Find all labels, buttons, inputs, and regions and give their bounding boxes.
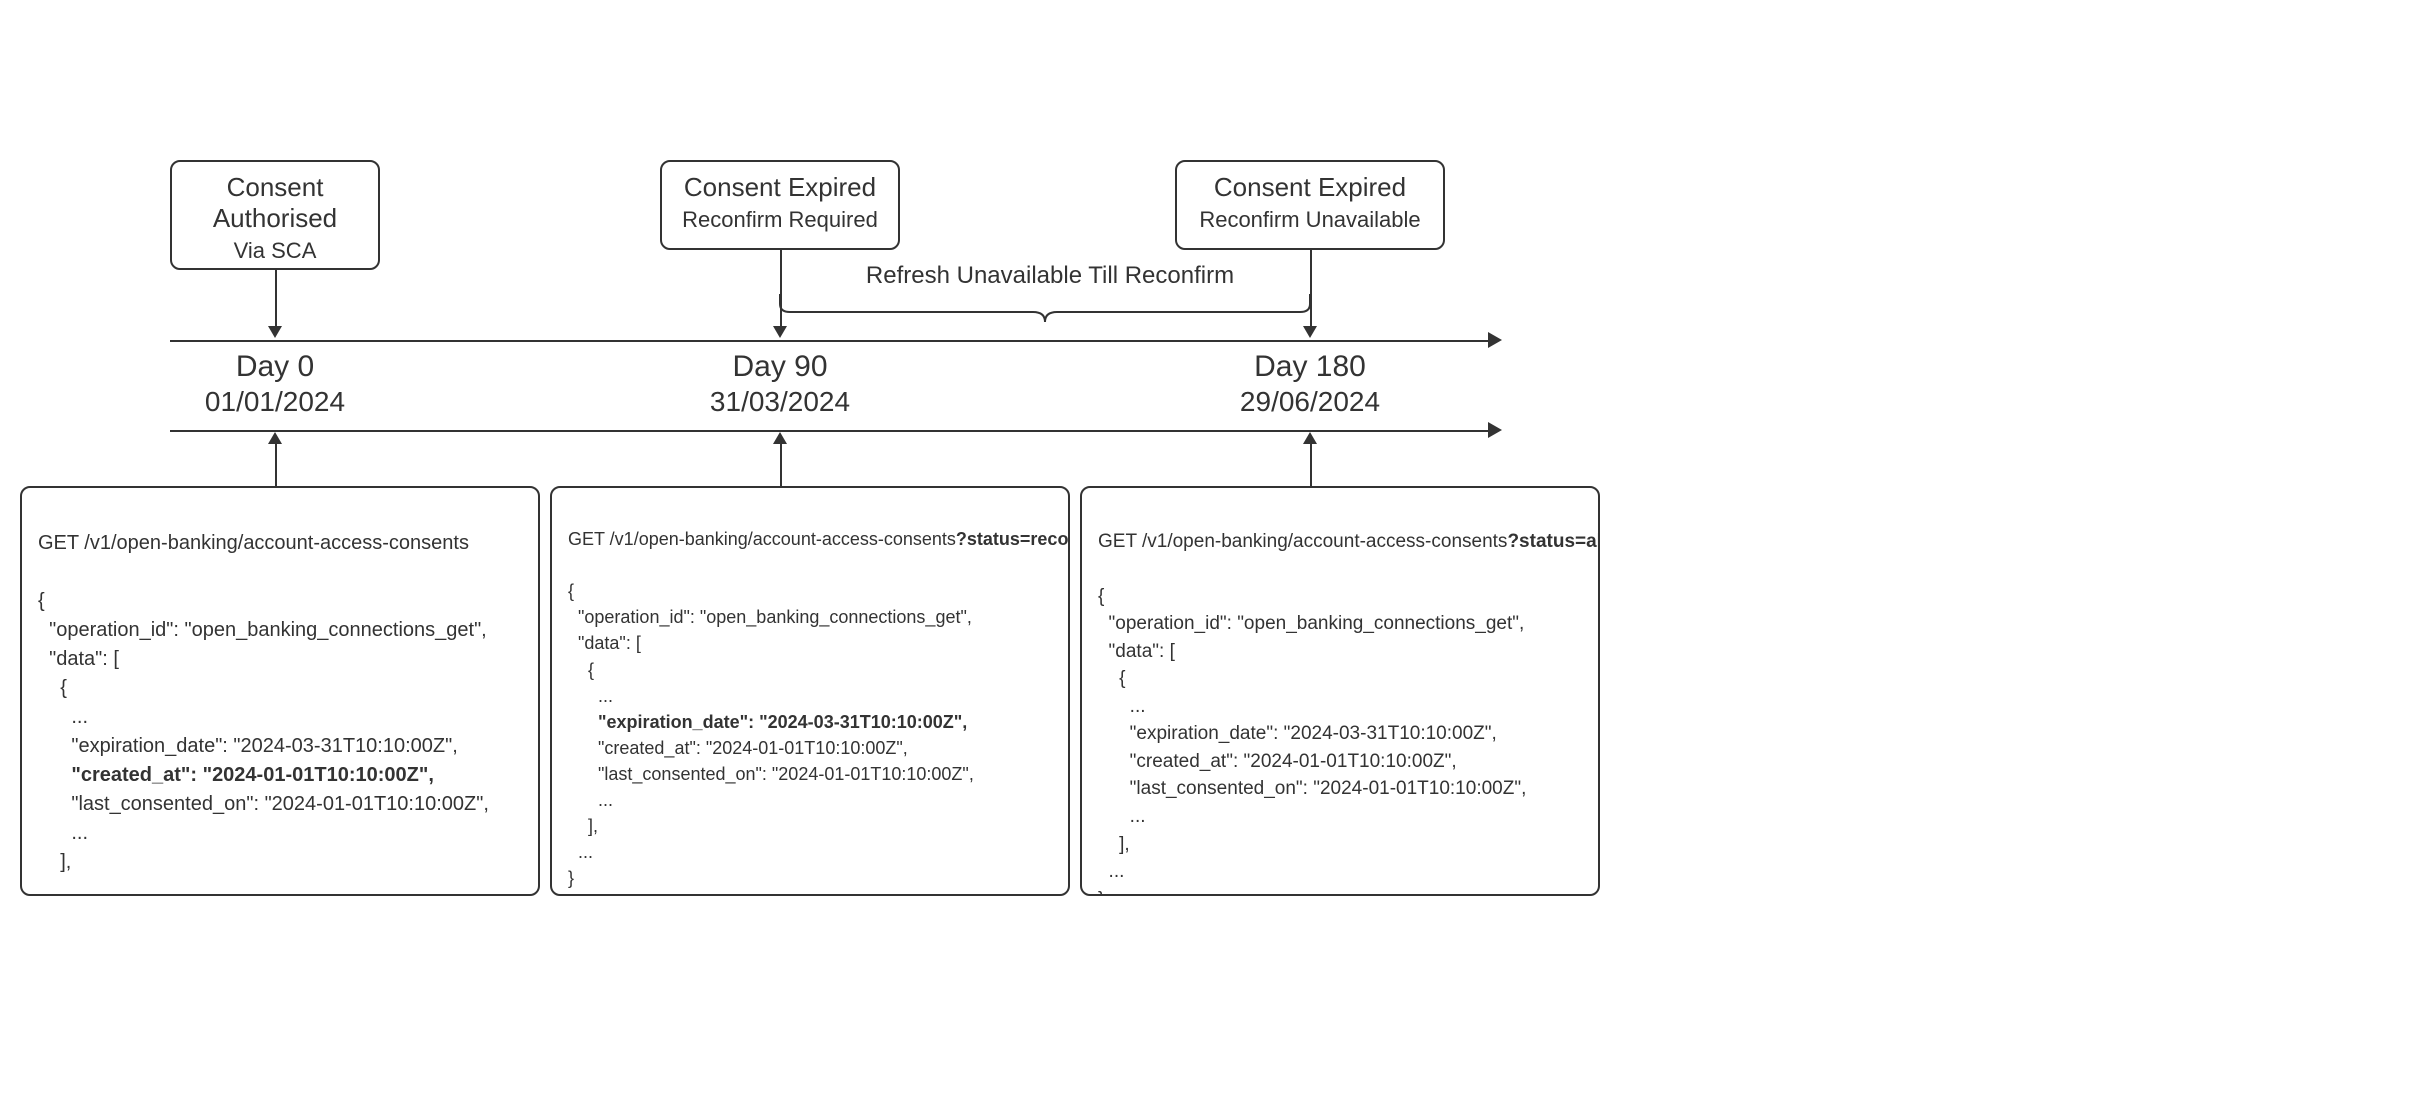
code-line: "data": [ (1098, 641, 1175, 662)
milestone-date-label: 31/03/2024 (695, 386, 865, 418)
code-line: "last_consented_on": "2024-01-01T10:10:0… (38, 793, 489, 815)
arrow-down-icon (1303, 326, 1317, 338)
milestone-day-label: Day 0 (195, 350, 355, 384)
consent-title: Consent Expired (662, 172, 898, 203)
timeline-axis-top (170, 340, 1490, 342)
connector-line (1310, 444, 1312, 486)
code-line-bold: "expiration_date": "2024-03-31T10:10:00Z… (568, 712, 967, 732)
consent-subtitle: Reconfirm Unavailable (1177, 207, 1443, 233)
milestone-day-180: Day 180 29/06/2024 (1225, 350, 1395, 418)
code-line: "expiration_date": "2024-03-31T10:10:00Z… (38, 735, 458, 757)
code-line: "created_at": "2024-01-01T10:10:00Z", (568, 738, 908, 758)
arrow-right-icon (1488, 422, 1502, 438)
connector-line (780, 444, 782, 486)
code-line: } (1098, 889, 1104, 896)
code-line: "data": [ (568, 633, 641, 653)
code-line: { (568, 660, 594, 680)
arrow-right-icon (1488, 332, 1502, 348)
code-line: ... (1098, 861, 1124, 882)
consent-subtitle: Via SCA (172, 238, 378, 264)
milestone-day-0: Day 0 01/01/2024 (195, 350, 355, 418)
consent-box-expired-reconfirm-unavailable: Consent Expired Reconfirm Unavailable (1175, 160, 1445, 250)
arrow-up-icon (1303, 432, 1317, 444)
code-line: ... (568, 686, 613, 706)
consent-subtitle: Reconfirm Required (662, 207, 898, 233)
code-line: ], (568, 816, 598, 836)
arrow-up-icon (773, 432, 787, 444)
code-line: "operation_id": "open_banking_connection… (1098, 613, 1524, 634)
connector-line (1310, 250, 1312, 328)
code-block-day-180: GET /v1/open-banking/account-access-cons… (1080, 486, 1600, 896)
code-line: ... (1098, 806, 1146, 827)
consent-title: Consent Expired (1177, 172, 1443, 203)
code-line: ], (1098, 834, 1130, 855)
arrow-up-icon (268, 432, 282, 444)
code-line: { (38, 590, 45, 612)
milestone-day-90: Day 90 31/03/2024 (695, 350, 865, 418)
milestone-date-label: 29/06/2024 (1225, 386, 1395, 418)
code-line: "created_at": "2024-01-01T10:10:00Z", (1098, 751, 1457, 772)
connector-line (275, 444, 277, 486)
diagram-canvas: Consent Authorised Via SCA Consent Expir… (0, 0, 2420, 1098)
consent-title: Consent Authorised (172, 172, 378, 234)
code-line: ... (38, 822, 88, 844)
code-line: "operation_id": "open_banking_connection… (568, 607, 972, 627)
text: Authorised (213, 203, 337, 233)
milestone-day-label: Day 180 (1225, 350, 1395, 384)
endpoint-line: GET /v1/open-banking/account-access-cons… (568, 529, 1070, 549)
code-line: ... (568, 842, 593, 862)
code-line: "operation_id": "open_banking_connection… (38, 619, 487, 641)
code-line: "last_consented_on": "2024-01-01T10:10:0… (1098, 778, 1526, 799)
arrow-down-icon (268, 326, 282, 338)
consent-box-authorised: Consent Authorised Via SCA (170, 160, 380, 270)
milestone-day-label: Day 90 (695, 350, 865, 384)
consent-box-expired-reconfirm-required: Consent Expired Reconfirm Required (660, 160, 900, 250)
endpoint-line: GET /v1/open-banking/account-access-cons… (1098, 531, 1600, 552)
curly-brace-icon (780, 294, 1310, 324)
code-line: "expiration_date": "2024-03-31T10:10:00Z… (1098, 723, 1497, 744)
code-line: { (1098, 668, 1125, 689)
code-block-day-0: GET /v1/open-banking/account-access-cons… (20, 486, 540, 896)
brace-note: Refresh Unavailable Till Reconfirm (860, 262, 1240, 290)
code-line: } (568, 868, 574, 888)
arrow-down-icon (773, 326, 787, 338)
text: Consent (227, 172, 324, 202)
code-line: { (568, 581, 574, 601)
code-line: "data": [ (38, 648, 119, 670)
endpoint-line: GET /v1/open-banking/account-access-cons… (38, 532, 469, 554)
code-line: ], (38, 851, 71, 873)
code-line: { (1098, 586, 1104, 607)
code-line: ... (568, 790, 613, 810)
code-line-bold: "created_at": "2024-01-01T10:10:00Z", (38, 764, 434, 786)
code-block-day-90: GET /v1/open-banking/account-access-cons… (550, 486, 1070, 896)
code-line: ... (1098, 696, 1146, 717)
code-line: "last_consented_on": "2024-01-01T10:10:0… (568, 764, 974, 784)
code-line: { (38, 677, 67, 699)
code-line: ... (38, 706, 88, 728)
connector-line (275, 270, 277, 328)
code-line: ... (38, 880, 66, 896)
milestone-date-label: 01/01/2024 (195, 386, 355, 418)
timeline-axis-bottom (170, 430, 1490, 432)
